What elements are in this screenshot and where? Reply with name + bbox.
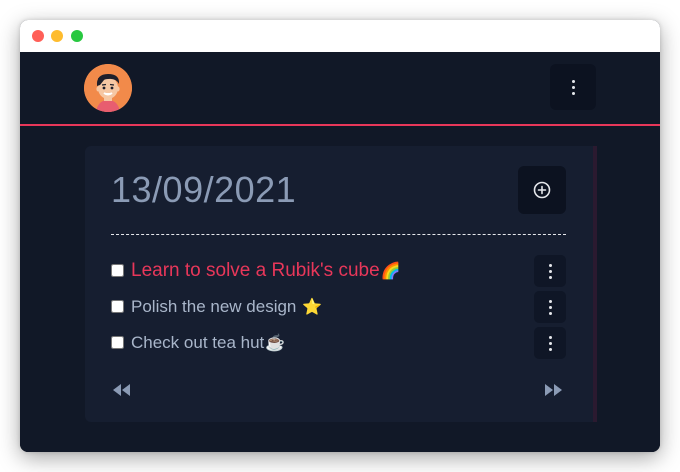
cartoon-avatar-icon <box>84 64 132 112</box>
task-menu-button[interactable] <box>534 327 566 359</box>
task-checkbox[interactable] <box>111 336 124 349</box>
minimize-window-button[interactable] <box>51 30 63 42</box>
app-header <box>20 52 660 126</box>
task-label: Learn to solve a Rubik's cube🌈 <box>131 260 401 281</box>
task-label: Polish the new design ⭐ <box>131 297 323 316</box>
close-window-button[interactable] <box>32 30 44 42</box>
task-checkbox[interactable] <box>111 264 124 277</box>
plus-circle-icon <box>533 181 551 199</box>
avatar[interactable] <box>84 64 132 112</box>
divider <box>111 234 566 235</box>
fast-forward-icon <box>545 384 562 396</box>
next-page-button[interactable] <box>542 380 566 400</box>
star-icon: ⭐ <box>302 299 323 316</box>
todo-app: 13/09/2021 Learn to solve a Rubik's cube… <box>20 52 660 452</box>
todo-card: 13/09/2021 Learn to solve a Rubik's cube… <box>85 146 597 422</box>
previous-page-button[interactable] <box>109 380 133 400</box>
task-checkbox[interactable] <box>111 300 124 313</box>
vertical-dots-icon <box>548 263 552 279</box>
task-menu-button[interactable] <box>534 255 566 287</box>
rainbow-icon: 🌈 <box>380 263 401 280</box>
browser-window: 13/09/2021 Learn to solve a Rubik's cube… <box>20 20 660 452</box>
vertical-dots-icon <box>571 79 575 95</box>
maximize-window-button[interactable] <box>71 30 83 42</box>
date-title: 13/09/2021 <box>111 169 297 210</box>
task-menu-button[interactable] <box>534 291 566 323</box>
vertical-dots-icon <box>548 335 552 351</box>
window-titlebar <box>20 20 660 52</box>
task-item: Polish the new design ⭐ <box>111 291 566 323</box>
task-item: Check out tea hut☕ <box>111 327 566 359</box>
add-task-button[interactable] <box>518 166 566 214</box>
task-label: Check out tea hut☕ <box>131 333 286 352</box>
task-item: Learn to solve a Rubik's cube🌈 <box>111 255 566 287</box>
header-menu-button[interactable] <box>550 64 596 110</box>
vertical-dots-icon <box>548 299 552 315</box>
coffee-icon: ☕ <box>265 335 286 352</box>
rewind-icon <box>113 384 130 396</box>
